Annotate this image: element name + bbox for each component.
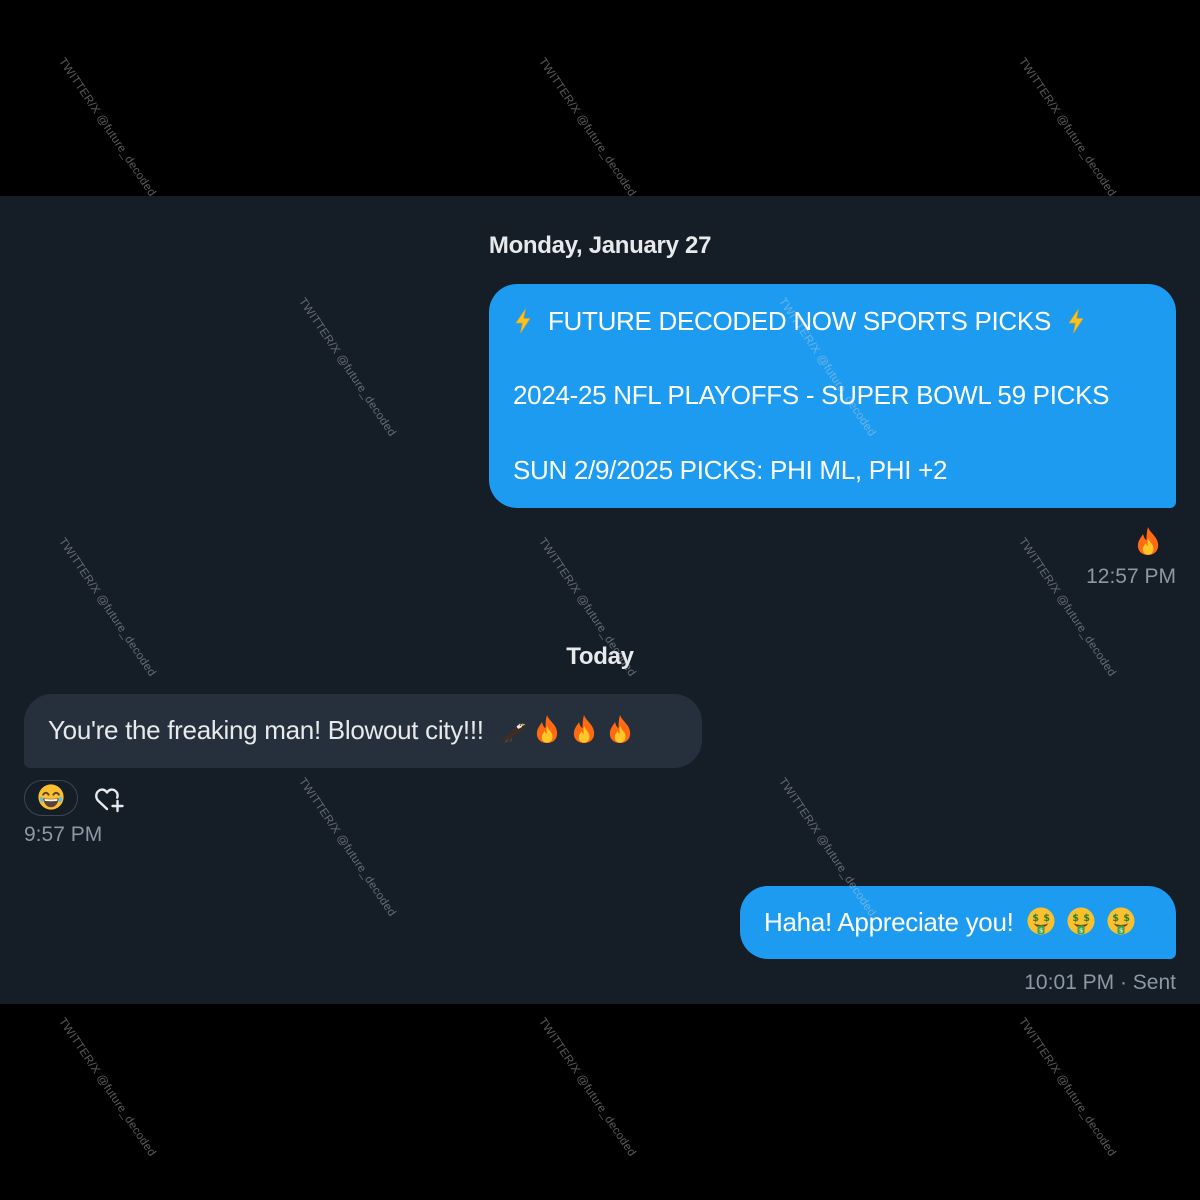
message-line: 2024-25 NFL PLAYOFFS - SUPER BOWL 59 PIC… <box>513 380 1110 410</box>
lightning-bolt-icon <box>513 308 533 334</box>
fire-emoji <box>534 714 560 744</box>
fire-emoji <box>571 714 597 744</box>
add-reaction-icon[interactable] <box>92 783 128 815</box>
message-timestamp: 10:01 PM · Sent <box>1024 971 1176 994</box>
money-mouth-emoji <box>1066 906 1096 936</box>
money-mouth-emoji <box>1106 906 1136 936</box>
date-separator: Today <box>566 643 634 670</box>
watermark: TWITTER/X @future_decoded <box>56 56 158 199</box>
lightning-bolt-icon <box>1066 308 1086 334</box>
eagle-emoji <box>499 718 527 744</box>
message-text: Haha! Appreciate you! <box>764 907 1014 937</box>
message-text: You're the freaking man! Blowout city!!! <box>48 715 484 745</box>
outgoing-message-bubble[interactable]: Haha! Appreciate you! <box>740 886 1176 959</box>
watermark: TWITTER/X @future_decoded <box>536 56 638 199</box>
watermark: TWITTER/X @future_decoded <box>56 1016 158 1159</box>
outgoing-message-bubble[interactable]: FUTURE DECODED NOW SPORTS PICKS 2024-25 … <box>489 284 1176 508</box>
message-line: SUN 2/9/2025 PICKS: PHI ML, PHI +2 <box>513 455 948 485</box>
date-separator: Monday, January 27 <box>488 232 712 259</box>
dm-conversation: Monday, January 27 FUTURE DECODED NOW SP… <box>0 196 1200 1004</box>
watermark: TWITTER/X @future_decoded <box>536 1016 638 1159</box>
message-timestamp: 9:57 PM <box>24 823 103 846</box>
watermark: TWITTER/X @future_decoded <box>1016 1016 1118 1159</box>
fire-emoji-reaction[interactable] <box>1135 526 1161 556</box>
money-mouth-emoji <box>1026 906 1056 936</box>
incoming-message-bubble[interactable]: You're the freaking man! Blowout city!!! <box>24 694 702 768</box>
screenshot-frame: Monday, January 27 FUTURE DECODED NOW SP… <box>0 0 1200 1200</box>
laughing-emoji <box>37 783 65 811</box>
message-timestamp: 12:57 PM <box>1086 565 1176 588</box>
reaction-pill[interactable] <box>24 780 78 816</box>
watermark: TWITTER/X @future_decoded <box>1016 56 1118 199</box>
fire-emoji <box>607 714 633 744</box>
